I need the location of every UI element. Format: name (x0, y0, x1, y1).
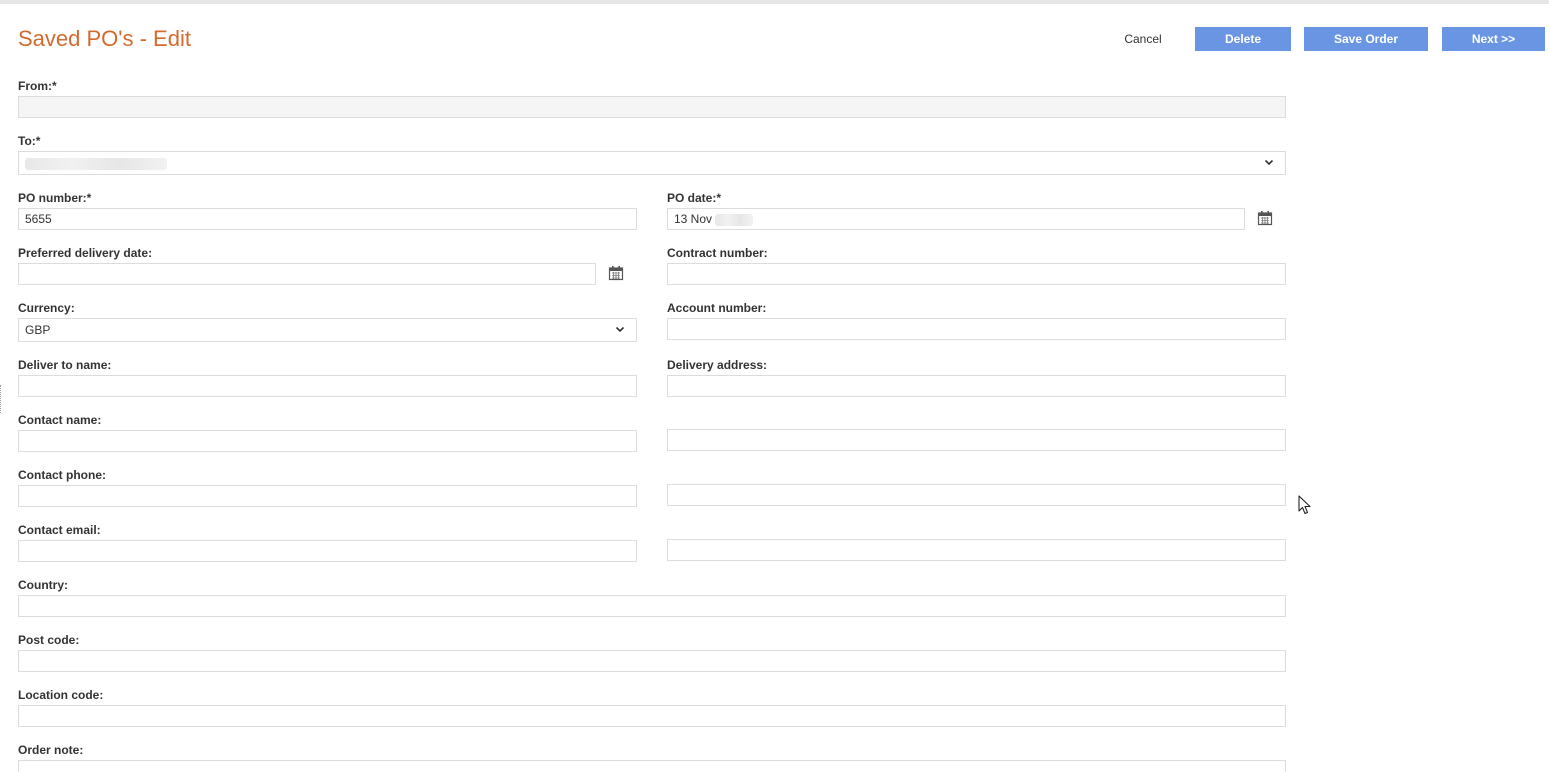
country-input[interactable] (18, 595, 1286, 617)
delivery-address-label: Delivery address: (667, 358, 768, 372)
location-code-label: Location code: (18, 688, 104, 702)
post-code-input[interactable] (18, 650, 1286, 672)
deliver-to-name-input[interactable] (18, 375, 637, 397)
preferred-delivery-date-label: Preferred delivery date: (18, 246, 153, 260)
po-date-input[interactable]: 13 Nov (667, 208, 1245, 230)
contact-phone-label: Contact phone: (18, 468, 106, 482)
order-note-input[interactable] (18, 760, 1286, 772)
delivery-address-line-2[interactable] (667, 429, 1286, 451)
page-title: Saved PO's - Edit (18, 26, 191, 51)
contract-number-input[interactable] (667, 263, 1286, 285)
contact-name-input[interactable] (18, 430, 637, 452)
contact-email-label: Contact email: (18, 523, 101, 537)
contact-name-label: Contact name: (18, 413, 102, 427)
from-label: From:* (18, 79, 57, 93)
deliver-to-name-label: Deliver to name: (18, 358, 112, 372)
delivery-address-line-1[interactable] (667, 375, 1286, 397)
contact-email-input[interactable] (18, 540, 637, 562)
from-field (18, 96, 1286, 118)
chevron-down-icon (1264, 159, 1274, 166)
po-date-label: PO date:* (667, 191, 722, 205)
cancel-button[interactable]: Cancel (1112, 27, 1174, 51)
preferred-delivery-date-input[interactable] (18, 263, 596, 285)
delete-button[interactable]: Delete (1195, 27, 1291, 51)
location-code-input[interactable] (18, 705, 1286, 727)
po-date-redacted (715, 213, 754, 226)
po-number-value: 5655 (25, 212, 52, 226)
order-note-label: Order note: (18, 743, 84, 757)
save-order-button[interactable]: Save Order (1304, 27, 1428, 51)
account-number-label: Account number: (667, 301, 767, 315)
currency-label: Currency: (18, 301, 75, 315)
to-redacted-value (25, 157, 167, 170)
po-number-input[interactable]: 5655 (18, 208, 637, 230)
contact-phone-input[interactable] (18, 485, 637, 507)
calendar-icon[interactable] (1257, 210, 1273, 226)
currency-select[interactable]: GBP (18, 318, 637, 342)
chevron-down-icon (615, 326, 625, 333)
post-code-label: Post code: (18, 633, 80, 647)
mouse-pointer-icon (1298, 495, 1311, 515)
delivery-address-line-3[interactable] (667, 484, 1286, 506)
contract-number-label: Contract number: (667, 246, 768, 260)
top-strip (0, 0, 1549, 4)
country-label: Country: (18, 578, 68, 592)
po-number-label: PO number:* (18, 191, 92, 205)
next-button[interactable]: Next >> (1442, 27, 1545, 51)
calendar-icon[interactable] (608, 265, 624, 281)
to-label: To:* (18, 134, 41, 148)
po-date-value: 13 Nov (674, 212, 713, 226)
to-select[interactable] (18, 151, 1286, 175)
account-number-input[interactable] (667, 318, 1286, 340)
delivery-address-line-4[interactable] (667, 539, 1286, 561)
left-edge-marker (0, 385, 1, 413)
currency-value: GBP (25, 323, 51, 337)
